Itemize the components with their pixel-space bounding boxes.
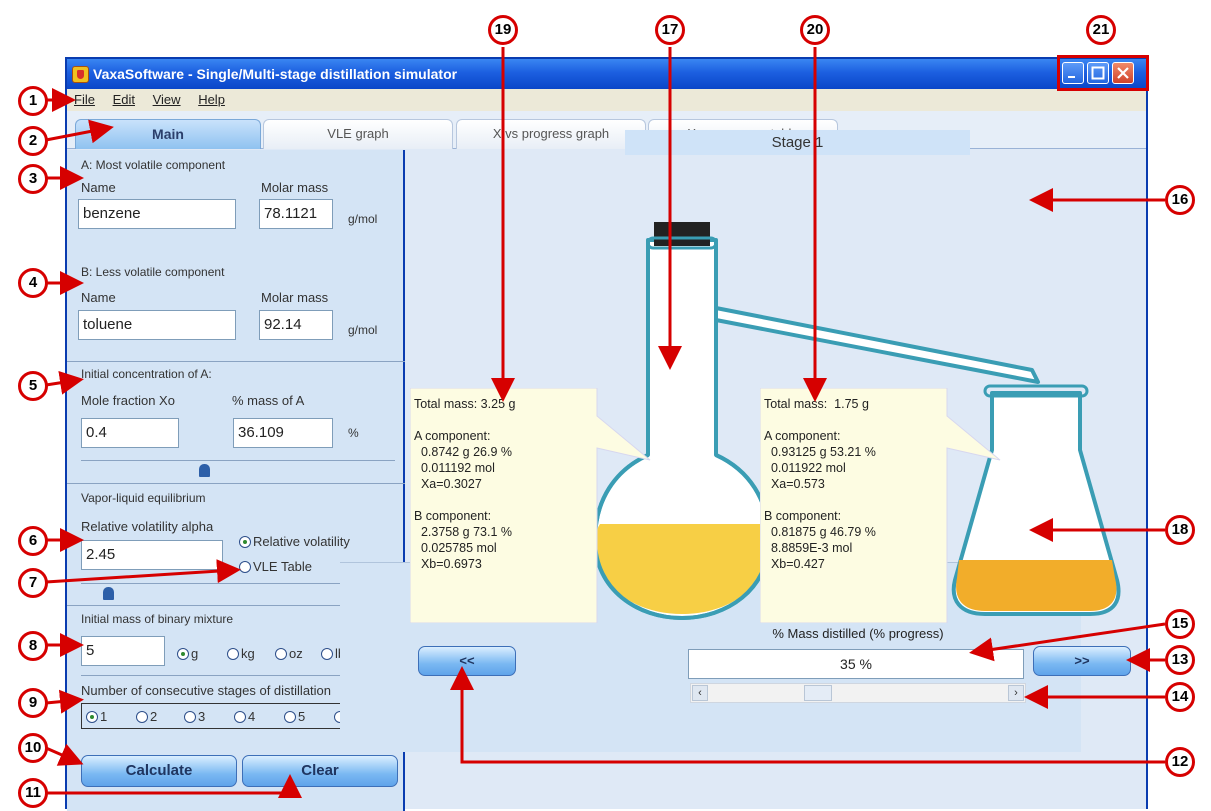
callout-15: 15: [1165, 609, 1195, 639]
callout-10: 10: [18, 733, 48, 763]
callout-16: 16: [1165, 185, 1195, 215]
callout-20: 20: [800, 15, 830, 45]
callout-arrows: [45, 47, 1166, 798]
callout-4: 4: [18, 268, 48, 298]
callout-17: 17: [655, 15, 685, 45]
callout-5: 5: [18, 371, 48, 401]
callout-12: 12: [1165, 747, 1195, 777]
callout-21: 21: [1086, 15, 1116, 45]
callout-1: 1: [18, 86, 48, 116]
callout-7: 7: [18, 568, 48, 598]
callout-13: 13: [1165, 645, 1195, 675]
callout-19: 19: [488, 15, 518, 45]
callout-11: 11: [18, 778, 48, 808]
callout-18: 18: [1165, 515, 1195, 545]
callout-14: 14: [1165, 682, 1195, 712]
callout-8: 8: [18, 631, 48, 661]
callout-2: 2: [18, 126, 48, 156]
callout-6: 6: [18, 526, 48, 556]
callout-3: 3: [18, 164, 48, 194]
callout-9: 9: [18, 688, 48, 718]
